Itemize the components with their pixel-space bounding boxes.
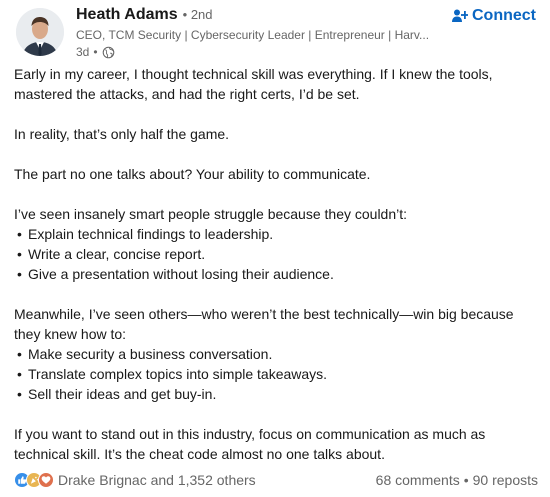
post-paragraph: If you want to stand out in this industr…	[14, 426, 486, 462]
post-age: 3d	[76, 45, 90, 59]
post-header: Heath Adams • 2nd CEO, TCM Security | Cy…	[16, 6, 540, 60]
comments-count[interactable]: 68 comments	[376, 472, 460, 488]
bullet-glyph: •	[17, 246, 22, 262]
author-name[interactable]: Heath Adams	[76, 6, 178, 24]
bullet-glyph: •	[17, 366, 22, 382]
bullet-item: • Make security a business conversation.	[14, 344, 538, 364]
globe-icon	[102, 46, 115, 59]
bullet-glyph: •	[17, 386, 22, 402]
post-paragraph: I’ve seen insanely smart people struggle…	[14, 206, 408, 222]
bullet-item: • Translate complex topics into simple t…	[14, 364, 538, 384]
profile-photo-icon	[16, 8, 64, 56]
post-paragraph: In reality, that’s only half the game.	[14, 126, 230, 142]
bullet-text: Give a presentation without losing their…	[28, 266, 334, 282]
reposts-count[interactable]: 90 reposts	[473, 472, 538, 488]
post-paragraph: Early in my career, I thought technical …	[14, 66, 493, 102]
social-counts-bar: Drake Brignac and 1,352 others 68 commen…	[14, 470, 538, 490]
author-meta: Heath Adams • 2nd CEO, TCM Security | Cy…	[76, 6, 456, 59]
bullet-item: • Sell their ideas and get buy-in.	[14, 384, 538, 404]
author-name-line: Heath Adams • 2nd	[76, 6, 456, 26]
connect-label: Connect	[472, 7, 536, 24]
bullet-text: Translate complex topics into simple tak…	[28, 366, 328, 382]
person-add-icon	[452, 8, 469, 24]
author-avatar[interactable]	[16, 8, 64, 56]
bullet-item: • Give a presentation without losing the…	[14, 264, 538, 284]
engagement-counts: 68 comments • 90 reposts	[376, 472, 538, 488]
reactions-summary[interactable]: Drake Brignac and 1,352 others	[14, 472, 256, 488]
connection-degree: • 2nd	[182, 7, 213, 22]
time-separator: •	[93, 45, 98, 59]
post-timestamp: 3d •	[76, 45, 456, 59]
bullet-item: • Write a clear, concise report.	[14, 244, 538, 264]
counts-separator: •	[463, 472, 469, 488]
post-paragraph: The part no one talks about? Your abilit…	[14, 166, 371, 182]
reactors-text: Drake Brignac and 1,352 others	[58, 472, 256, 488]
bullet-text: Explain technical findings to leadership…	[28, 226, 274, 242]
post-paragraph: Meanwhile, I’ve seen others—who weren’t …	[14, 306, 514, 342]
bullet-glyph: •	[17, 346, 22, 362]
post-body: Early in my career, I thought technical …	[14, 64, 538, 464]
author-headline: CEO, TCM Security | Cybersecurity Leader…	[76, 28, 430, 42]
love-icon	[38, 472, 54, 488]
bullet-item: • Explain technical findings to leadersh…	[14, 224, 538, 244]
bullet-glyph: •	[17, 226, 22, 242]
bullet-glyph: •	[17, 266, 22, 282]
connect-button[interactable]: Connect	[452, 6, 536, 26]
reaction-icons	[14, 472, 54, 488]
bullet-text: Sell their ideas and get buy-in.	[28, 386, 217, 402]
bullet-text: Make security a business conversation.	[28, 346, 273, 362]
bullet-text: Write a clear, concise report.	[28, 246, 206, 262]
